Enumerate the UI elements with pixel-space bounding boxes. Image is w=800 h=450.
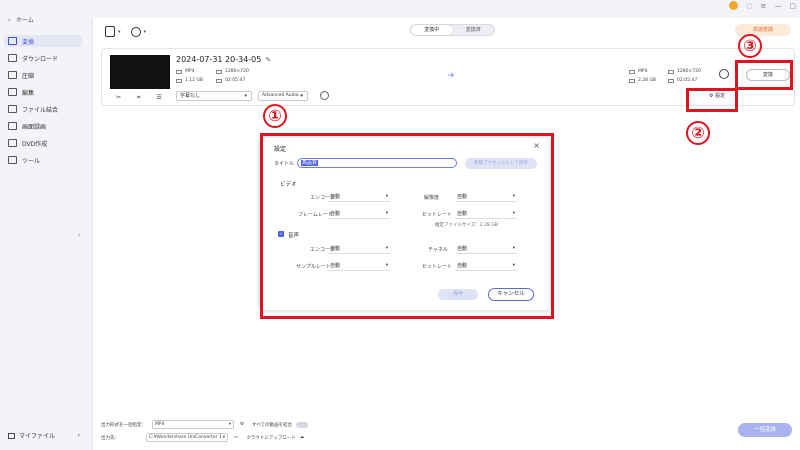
chevron-down-icon: ▾ bbox=[244, 93, 247, 99]
my-file-button[interactable]: マイファイル › bbox=[8, 431, 80, 440]
chevron-down-icon: ▾ bbox=[228, 422, 231, 427]
status-segment: 変換中 変換済 bbox=[410, 24, 495, 36]
chevron-left-icon: ‹ bbox=[8, 17, 11, 24]
compress-icon bbox=[8, 71, 17, 79]
tools-grid-icon bbox=[8, 156, 17, 164]
clock-icon bbox=[668, 78, 674, 83]
clock-icon bbox=[216, 78, 222, 83]
screen-record-icon bbox=[8, 122, 17, 130]
src-format: MP4 bbox=[176, 69, 194, 74]
output-format-select[interactable]: MP4 ▾ bbox=[152, 420, 234, 429]
sidebar-item-merge[interactable]: ファイル結合 bbox=[4, 103, 82, 115]
toolbar: ▾ ▾ bbox=[105, 26, 146, 37]
menu-icon[interactable]: ≡ bbox=[761, 2, 767, 10]
tab-converting[interactable]: 変換中 bbox=[411, 25, 453, 35]
scissors-icon bbox=[8, 88, 17, 96]
titlebar: ◌ ≡ — ▢ bbox=[729, 1, 796, 10]
edit-name-icon[interactable]: ✎ bbox=[265, 56, 271, 64]
edit-tools: ✂ ⌗ ☰ bbox=[116, 94, 162, 102]
tab-converted[interactable]: 変換済 bbox=[453, 25, 495, 35]
merge-icon bbox=[8, 105, 17, 113]
audio-track-select[interactable]: Advanced Audio... ▾ bbox=[258, 91, 308, 101]
crop-icon[interactable]: ⌗ bbox=[137, 94, 140, 102]
chevron-down-icon: ▾ bbox=[300, 93, 303, 99]
cut-icon[interactable]: ✂ bbox=[116, 94, 121, 102]
sidebar: ‹ ホーム 変換 ダウンロード 圧縮 編集 ファイル結合 画面録画 DVD作成 ツ… bbox=[0, 0, 88, 450]
folder-icon bbox=[176, 78, 182, 83]
chevron-down-icon: ▾ bbox=[222, 435, 226, 440]
output-path-row: 出力先: C:¥Wondershare UniConverter 1 ▾ ▭ クラ… bbox=[101, 433, 305, 442]
resolution-icon bbox=[216, 69, 222, 74]
src-duration: 02:05:47 bbox=[216, 78, 245, 83]
collapse-sidebar-button[interactable]: ‹ bbox=[78, 232, 84, 242]
dst-duration: 02:05:47 bbox=[668, 78, 697, 83]
chevron-down-icon: ▾ bbox=[118, 28, 121, 35]
sidebar-item-tools[interactable]: ツール bbox=[4, 154, 82, 166]
annotation-number-3: ③ bbox=[738, 34, 762, 58]
video-thumbnail[interactable] bbox=[110, 55, 170, 89]
folder-icon bbox=[629, 78, 635, 83]
download-icon bbox=[8, 54, 17, 62]
sidebar-item-download[interactable]: ダウンロード bbox=[4, 52, 82, 64]
format-icon bbox=[176, 69, 182, 74]
add-file-icon bbox=[105, 26, 115, 37]
folder-icon bbox=[8, 432, 15, 439]
sidebar-item-screen-record[interactable]: 画面録画 bbox=[4, 120, 82, 132]
sidebar-item-dvd[interactable]: DVD作成 bbox=[4, 137, 82, 149]
app-window: ‹ ホーム 変換 ダウンロード 圧縮 編集 ファイル結合 画面録画 DVD作成 ツ… bbox=[0, 0, 800, 450]
highlight-box-convert bbox=[735, 60, 793, 90]
highlight-box-dialog bbox=[260, 133, 554, 319]
add-file-button[interactable]: ▾ bbox=[105, 26, 121, 37]
file-name: 2024-07-31 20-34-05 ✎ bbox=[176, 55, 272, 64]
add-from-device-button[interactable]: ▾ bbox=[130, 26, 147, 37]
maximize-icon[interactable]: ▢ bbox=[789, 2, 796, 10]
highlight-box-settings bbox=[686, 88, 738, 112]
avatar[interactable] bbox=[729, 1, 739, 10]
subtitle-select[interactable]: 字幕なし ▾ bbox=[176, 91, 252, 101]
src-resolution: 1280×720 bbox=[216, 69, 249, 74]
annotation-number-2: ② bbox=[686, 121, 710, 145]
resolution-icon bbox=[668, 69, 674, 74]
output-path-select[interactable]: C:¥Wondershare UniConverter 1 ▾ bbox=[146, 433, 229, 442]
annotation-number-1: ① bbox=[263, 104, 287, 128]
sidebar-item-convert[interactable]: 変換 bbox=[4, 35, 82, 47]
dst-format: MP4 bbox=[629, 69, 647, 74]
dvd-icon bbox=[8, 139, 17, 147]
cloud-upload-icon[interactable]: ☁ bbox=[300, 435, 305, 440]
add-device-icon bbox=[130, 26, 141, 37]
sidebar-item-compress[interactable]: 圧縮 bbox=[4, 69, 82, 81]
chevron-right-icon: › bbox=[77, 432, 80, 439]
merge-toggle[interactable] bbox=[296, 421, 309, 428]
format-icon bbox=[629, 69, 635, 74]
open-folder-icon[interactable]: ▭ bbox=[234, 435, 238, 440]
back-home-link[interactable]: ‹ ホーム bbox=[8, 15, 34, 24]
format-settings-icon[interactable]: ⚙ bbox=[240, 422, 244, 427]
convert-icon bbox=[8, 37, 17, 45]
info-icon[interactable] bbox=[320, 91, 329, 100]
minimize-icon[interactable]: — bbox=[774, 2, 781, 10]
convert-all-button[interactable]: 一括変換 bbox=[738, 423, 792, 437]
chevron-down-icon: ▾ bbox=[143, 28, 147, 35]
effects-icon[interactable]: ☰ bbox=[156, 94, 161, 102]
arrow-right-icon: ➜ bbox=[447, 71, 455, 81]
src-size: 1.12 GB bbox=[176, 78, 203, 83]
sidebar-item-edit[interactable]: 編集 bbox=[4, 86, 82, 98]
dst-size: 2.28 GB bbox=[629, 78, 656, 83]
output-format-row: 出力形式を一括指定： MP4 ▾ ⚙ すべての動画を結合 bbox=[101, 420, 309, 429]
output-settings-icon[interactable] bbox=[719, 69, 729, 79]
notification-icon[interactable]: ◌ bbox=[746, 2, 752, 10]
dst-resolution: 1280×720 bbox=[668, 69, 701, 74]
fast-convert-button[interactable]: 高速変換 bbox=[735, 24, 791, 36]
